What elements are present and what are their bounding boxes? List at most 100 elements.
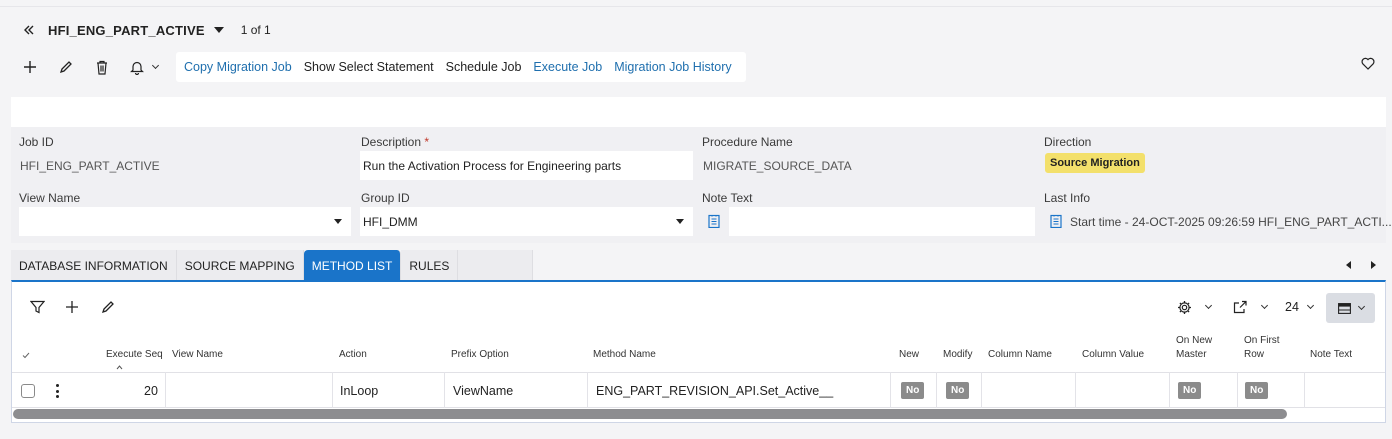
column-header-column-value[interactable]: Column Value: [1082, 348, 1144, 362]
view-mode-button[interactable]: [1326, 293, 1375, 323]
page-size-value: 24: [1285, 300, 1299, 314]
edit-row-icon[interactable]: [98, 297, 118, 317]
note-text-label: Note Text: [702, 191, 753, 205]
dropdown-arrow-icon: [676, 219, 684, 224]
job-id-label: Job ID: [19, 135, 54, 149]
procedure-name-label: Procedure Name: [702, 135, 793, 149]
table-view-icon: [1337, 302, 1351, 314]
tab-bar-filler: [458, 250, 534, 281]
bell-dropdown-icon[interactable]: [126, 55, 162, 79]
copy-migration-job-button[interactable]: Copy Migration Job: [178, 60, 298, 74]
description-field[interactable]: Run the Activation Process for Engineeri…: [360, 151, 693, 180]
record-counter: 1 of 1: [240, 23, 271, 37]
column-divider: [1304, 372, 1305, 408]
column-header-modify[interactable]: Modify: [943, 348, 972, 362]
migration-job-history-button[interactable]: Migration Job History: [608, 60, 737, 74]
column-divider: [981, 372, 982, 408]
table-row[interactable]: 20 InLoop ViewName ENG_PART_REVISION_API…: [12, 372, 1385, 408]
command-group: Copy Migration Job Show Select Statement…: [176, 52, 746, 82]
column-header-execute-seq[interactable]: Execute Seq: [106, 348, 163, 362]
row-menu-kebab-icon[interactable]: [54, 384, 60, 398]
top-divider: [0, 6, 1392, 7]
cell-prefix-option[interactable]: ViewName: [453, 384, 513, 398]
column-divider: [332, 372, 333, 408]
on-new-master-line-2: Master: [1176, 349, 1207, 360]
gear-icon: [1178, 300, 1191, 314]
show-select-statement-button[interactable]: Show Select Statement: [298, 60, 440, 74]
pencil-icon[interactable]: [54, 55, 78, 79]
tab-scroll-left-icon[interactable]: [1341, 258, 1355, 272]
on-first-row-line-1: On First: [1244, 335, 1280, 346]
cell-modify-badge[interactable]: No: [946, 382, 970, 399]
on-new-master-line-1: On New: [1176, 335, 1213, 346]
tab-rules[interactable]: RULES: [401, 250, 459, 281]
column-divider: [165, 372, 166, 408]
column-header-column-name[interactable]: Column Name: [988, 348, 1052, 362]
note-text-field[interactable]: [729, 207, 1035, 236]
record-header: HFI_ENG_PART_ACTIVE 1 of 1: [20, 21, 271, 39]
double-chevron-left-icon[interactable]: [20, 21, 38, 39]
column-header-prefix-option[interactable]: Prefix Option: [451, 348, 509, 362]
column-header-action[interactable]: Action: [339, 348, 367, 362]
row-checkbox[interactable]: [21, 384, 35, 398]
group-id-value: HFI_DMM: [363, 215, 418, 229]
last-info-value: Start time - 24-OCT-2025 09:26:59 HFI_EN…: [1070, 215, 1392, 229]
view-name-dropdown[interactable]: [19, 207, 351, 236]
column-divider: [1169, 372, 1170, 408]
export-icon: [1233, 300, 1247, 314]
job-id-value: HFI_ENG_PART_ACTIVE: [20, 159, 160, 173]
column-header-on-new-master[interactable]: On New Master: [1176, 334, 1212, 362]
column-divider: [936, 372, 937, 408]
job-form: Job ID HFI_ENG_PART_ACTIVE Description *…: [11, 127, 1392, 243]
export-dropdown[interactable]: [1233, 297, 1269, 317]
description-value: Run the Activation Process for Engineeri…: [363, 159, 622, 173]
view-name-label: View Name: [19, 191, 81, 205]
cell-method-name[interactable]: ENG_PART_REVISION_API.Set_Active__: [596, 384, 833, 398]
tab-bar: DATABASE INFORMATION SOURCE MAPPING METH…: [11, 250, 534, 281]
execute-job-button[interactable]: Execute Job: [527, 60, 608, 74]
note-icon[interactable]: [1050, 214, 1064, 230]
column-divider: [444, 372, 445, 408]
column-header-on-first-row[interactable]: On First Row: [1244, 334, 1280, 362]
record-selector-caret-icon[interactable]: [213, 27, 224, 33]
tab-method-list[interactable]: METHOD LIST: [303, 250, 402, 281]
horizontal-scrollbar[interactable]: [13, 409, 1287, 419]
cell-on-first-row-badge[interactable]: No: [1245, 382, 1269, 399]
column-header-method-name[interactable]: Method Name: [593, 348, 656, 362]
column-header-view-name[interactable]: View Name: [172, 348, 223, 362]
toolbar: Copy Migration Job Show Select Statement…: [18, 52, 746, 82]
procedure-name-value: MIGRATE_SOURCE_DATA: [703, 159, 852, 173]
add-row-icon[interactable]: [62, 297, 82, 317]
column-divider: [1237, 372, 1238, 408]
page-size-dropdown[interactable]: 24: [1285, 300, 1315, 314]
group-id-label: Group ID: [361, 191, 410, 205]
tab-source-mapping[interactable]: SOURCE MAPPING: [176, 250, 304, 281]
cell-execute-seq[interactable]: 20: [144, 384, 158, 398]
record-title: HFI_ENG_PART_ACTIVE: [48, 22, 205, 38]
column-header-note-text[interactable]: Note Text: [1310, 348, 1352, 362]
group-id-dropdown[interactable]: HFI_DMM: [360, 207, 693, 236]
column-divider: [1075, 372, 1076, 408]
direction-label: Direction: [1044, 135, 1092, 149]
cell-new-badge[interactable]: No: [901, 382, 925, 399]
cell-action[interactable]: InLoop: [340, 384, 378, 398]
tab-scroll-right-icon[interactable]: [1366, 258, 1380, 272]
dropdown-arrow-icon: [334, 219, 342, 224]
column-header-new[interactable]: New: [899, 348, 919, 362]
filter-icon[interactable]: [27, 297, 47, 317]
schedule-job-button[interactable]: Schedule Job: [440, 60, 528, 74]
favorite-heart-icon[interactable]: [1361, 57, 1377, 73]
column-divider: [890, 372, 891, 408]
note-icon[interactable]: [708, 214, 722, 230]
plus-icon[interactable]: [18, 55, 42, 79]
direction-badge: Source Migration: [1045, 153, 1145, 173]
on-first-row-line-2: Row: [1244, 349, 1265, 360]
last-info-label: Last Info: [1044, 191, 1091, 205]
settings-dropdown[interactable]: [1177, 297, 1213, 317]
method-list-grid: 24 Execute Seq View Name Action Prefix O…: [11, 280, 1386, 423]
select-all-checkmark-icon[interactable]: [22, 350, 30, 364]
cell-on-new-master-badge[interactable]: No: [1178, 382, 1202, 399]
tab-database-information[interactable]: DATABASE INFORMATION: [11, 250, 177, 281]
column-divider: [587, 372, 588, 408]
trash-icon[interactable]: [90, 55, 114, 79]
